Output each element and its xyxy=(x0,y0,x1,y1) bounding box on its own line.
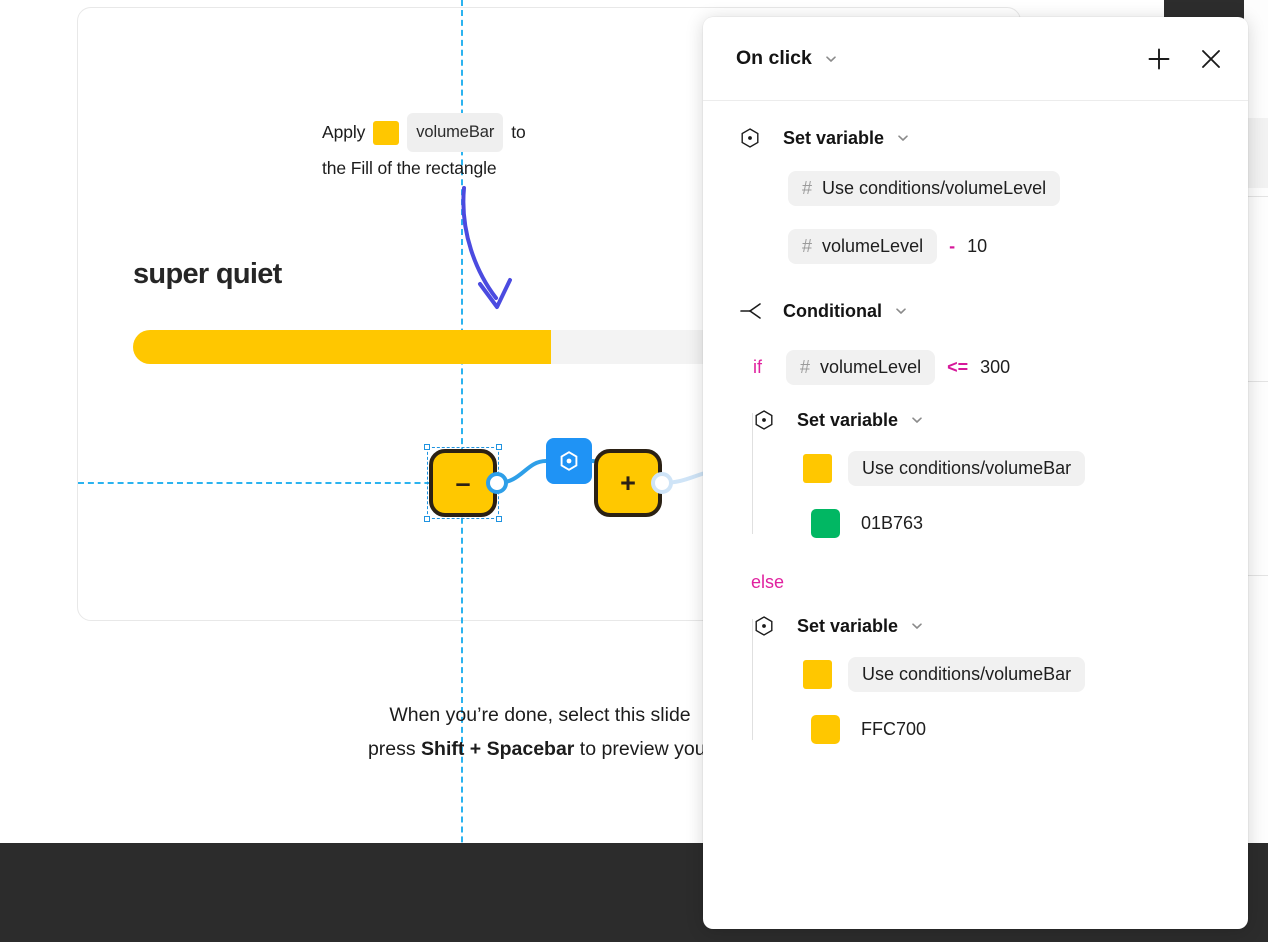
panel-title-chevron-down-icon[interactable] xyxy=(824,52,838,66)
else-branch: Set variable Use conditions/volumeBar FF… xyxy=(703,615,1248,744)
condition-variable-chip[interactable]: # volumeLevel xyxy=(786,350,936,385)
curved-arrow-icon xyxy=(461,186,512,309)
operator: - xyxy=(949,236,956,256)
if-keyword: if xyxy=(753,357,762,377)
block-chevron-down-icon[interactable] xyxy=(894,304,908,318)
else-keyword-row: else xyxy=(751,572,1248,593)
minus-icon: – xyxy=(455,467,471,498)
fill-hex-value: FFC700 xyxy=(861,719,927,739)
conditional-icon xyxy=(739,300,769,322)
set-variable-icon xyxy=(753,409,783,431)
horizontal-alignment-guide xyxy=(78,482,470,484)
hash-icon: # xyxy=(802,178,813,198)
if-branch-rows: Use conditions/volumeBar 01B763 xyxy=(803,451,1248,538)
color-swatch-icon[interactable] xyxy=(803,454,832,483)
set-variable-icon xyxy=(753,615,783,637)
block-set-variable-if[interactable]: Set variable xyxy=(753,409,1248,431)
volume-bar-fill xyxy=(133,330,551,364)
block-title: Set variable xyxy=(797,615,899,636)
block-title: Set variable xyxy=(783,127,885,148)
fill-hex-value: 01B763 xyxy=(861,513,924,533)
panel-header: On click xyxy=(703,17,1248,101)
volumebar-color-swatch-icon xyxy=(373,120,400,145)
hexagon-node-icon xyxy=(560,451,578,471)
volumebar-chip: volumeBar xyxy=(407,113,504,152)
if-condition-row[interactable]: if # volumeLevel <= 300 xyxy=(753,350,1248,385)
hash-icon: # xyxy=(800,357,811,377)
set-variable-icon xyxy=(739,127,769,149)
variable-chip[interactable]: # Use conditions/volumeLevel xyxy=(788,171,1061,206)
block-set-variable-1[interactable]: Set variable xyxy=(703,127,1248,149)
fill-target-label: Use conditions/volumeBar xyxy=(862,458,1072,478)
prototype-interaction-node[interactable] xyxy=(546,438,592,484)
hash-icon: # xyxy=(802,236,813,256)
volume-bar-track xyxy=(133,330,793,364)
callout-line-1: Apply volumeBar to xyxy=(322,113,582,152)
app-root: Apply volumeBar to the Fill of the recta… xyxy=(0,0,1268,942)
callout-prefix: Apply xyxy=(322,122,366,142)
variable-chip-label: Use conditions/volumeLevel xyxy=(822,178,1047,198)
if-branch: Set variable Use conditions/volumeBar 01… xyxy=(703,409,1248,538)
slide-headline: super quiet xyxy=(133,258,282,290)
fill-value-row[interactable]: FFC700 xyxy=(811,715,1248,744)
operand-value: 10 xyxy=(967,236,988,256)
variable-chip[interactable]: # volumeLevel xyxy=(788,229,938,264)
panel-title: On click xyxy=(736,47,812,69)
plus-icon: + xyxy=(620,467,636,498)
instruction-shortcut: Shift + Spacebar xyxy=(421,738,575,760)
block-title: Set variable xyxy=(797,409,899,430)
annotation-callout: Apply volumeBar to the Fill of the recta… xyxy=(322,113,582,185)
color-swatch-icon[interactable] xyxy=(803,660,832,689)
comparison-operator: <= xyxy=(947,357,969,377)
fill-target-label: Use conditions/volumeBar xyxy=(862,664,1072,684)
block-chevron-down-icon[interactable] xyxy=(910,413,924,427)
add-interaction-button[interactable] xyxy=(1144,44,1174,74)
color-swatch-icon[interactable] xyxy=(811,509,840,538)
variable-expression-row[interactable]: # volumeLevel - 10 xyxy=(788,229,1248,264)
condition-value: 300 xyxy=(980,357,1011,377)
fill-value-row[interactable]: 01B763 xyxy=(811,509,1248,538)
callout-suffix: to xyxy=(511,122,526,142)
connector-dot-target[interactable] xyxy=(651,472,673,494)
panel-header-actions xyxy=(1144,44,1226,74)
fill-target-row[interactable]: Use conditions/volumeBar xyxy=(803,451,1248,486)
block-chevron-down-icon[interactable] xyxy=(910,619,924,633)
set-variable-1-rows: # Use conditions/volumeLevel # volumeLev… xyxy=(788,171,1248,264)
fill-target-row[interactable]: Use conditions/volumeBar xyxy=(803,657,1248,692)
block-conditional[interactable]: Conditional xyxy=(703,300,1248,322)
else-keyword: else xyxy=(751,572,785,592)
fill-target-chip[interactable]: Use conditions/volumeBar xyxy=(848,657,1086,692)
fill-target-chip[interactable]: Use conditions/volumeBar xyxy=(848,451,1086,486)
variable-target-row[interactable]: # Use conditions/volumeLevel xyxy=(788,171,1248,206)
close-panel-button[interactable] xyxy=(1196,44,1226,74)
color-swatch-icon[interactable] xyxy=(811,715,840,744)
connector-dot-source[interactable] xyxy=(486,472,508,494)
panel-body: Set variable # Use conditions/volumeLeve… xyxy=(703,101,1248,744)
instruction-prefix: press xyxy=(367,738,422,760)
block-set-variable-else[interactable]: Set variable xyxy=(753,615,1248,637)
else-branch-rows: Use conditions/volumeBar FFC700 xyxy=(803,657,1248,744)
condition-variable-label: volumeLevel xyxy=(820,357,922,377)
interaction-details-panel: On click Set variable # Use conditions/v… xyxy=(703,17,1248,929)
variable-chip-label: volumeLevel xyxy=(822,236,924,256)
block-chevron-down-icon[interactable] xyxy=(896,131,910,145)
block-title: Conditional xyxy=(783,300,882,321)
instruction-suffix: to preview your xyxy=(574,738,713,760)
